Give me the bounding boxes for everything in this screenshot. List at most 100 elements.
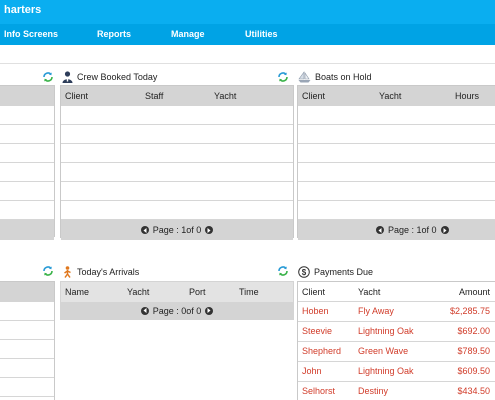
table-row (0, 378, 54, 397)
panel-title: Payments Due (314, 267, 374, 277)
grid-header: Client Yacht Hours (298, 86, 495, 106)
arrivals-header: Today's Arrivals (62, 264, 139, 280)
payment-yacht: Fly Away (358, 306, 394, 316)
payment-amount: $789.50 (457, 346, 490, 356)
next-page-icon[interactable] (205, 226, 214, 234)
table-row[interactable]: Shepherd Green Wave $789.50 (298, 342, 495, 362)
table-row (0, 144, 54, 163)
refresh-icon[interactable] (42, 265, 54, 277)
column-header[interactable]: Hours (455, 91, 479, 101)
payment-client: John (302, 366, 322, 376)
nav-info-screens[interactable]: Info Screens (4, 29, 58, 39)
payment-yacht: Lightning Oak (358, 366, 414, 376)
left-grid-footer (0, 220, 54, 240)
left-grid-top (0, 85, 55, 240)
table-row (61, 125, 293, 144)
table-row (0, 182, 54, 201)
payments-due-header: $ Payments Due (298, 264, 373, 280)
table-row (0, 201, 54, 220)
payment-client: Shepherd (302, 346, 342, 356)
table-row[interactable]: Hoben Fly Away $2,285.75 (298, 302, 495, 322)
left-grid-bottom (0, 281, 55, 400)
column-header[interactable]: Staff (145, 91, 163, 101)
crew-booked-grid: Client Staff Yacht Page : 1of 0 (60, 85, 294, 240)
table-row (298, 106, 495, 125)
payments-due-grid: Client Yacht Amount Hoben Fly Away $2,28… (297, 281, 495, 400)
left-grid-header (0, 282, 54, 302)
table-row[interactable]: Steevie Lightning Oak $692.00 (298, 322, 495, 342)
payment-amount: $434.50 (457, 386, 490, 396)
payment-amount: $692.00 (457, 326, 490, 336)
table-row[interactable]: Selhorst Destiny $434.50 (298, 382, 495, 400)
payment-client: Selhorst (302, 386, 336, 396)
panel-title: Today's Arrivals (77, 267, 140, 277)
table-row (0, 163, 54, 182)
panel-title: Boats on Hold (315, 72, 372, 82)
table-row (298, 125, 495, 144)
app-title: harters (4, 4, 42, 16)
app-header: harters (0, 0, 495, 24)
table-row (298, 163, 495, 182)
payment-icon: $ (298, 266, 310, 278)
table-row (0, 321, 54, 340)
payment-yacht: Green Wave (358, 346, 409, 356)
payment-yacht: Destiny (358, 386, 389, 396)
crew-booked-header: Crew Booked Today (62, 69, 157, 85)
column-header[interactable]: Client (65, 91, 88, 101)
payment-amount: $2,285.75 (449, 306, 490, 316)
boats-on-hold-header: Boats on Hold (298, 69, 372, 85)
nav-bar: Info Screens Reports Manage Utilities (0, 24, 495, 45)
nav-utilities[interactable]: Utilities (245, 29, 278, 39)
table-row (61, 106, 293, 125)
refresh-icon[interactable] (277, 265, 289, 277)
table-row (298, 201, 495, 220)
table-row (61, 144, 293, 163)
prev-page-icon[interactable] (140, 226, 149, 234)
arrivals-grid: Name Yacht Port Time Page : 0of 0 (60, 281, 294, 320)
grid-header: Name Yacht Port Time (61, 282, 293, 302)
column-header[interactable]: Yacht (379, 91, 401, 101)
table-row (0, 359, 54, 378)
column-header[interactable]: Name (65, 287, 89, 297)
table-row (0, 302, 54, 321)
next-page-icon[interactable] (205, 306, 214, 315)
panel-title: Crew Booked Today (77, 72, 158, 82)
column-header[interactable]: Client (302, 91, 325, 101)
table-row (0, 106, 54, 125)
pager: Page : 1of 0 (61, 220, 293, 240)
pager-text: Page : 1of 0 (388, 225, 437, 235)
next-page-icon[interactable] (440, 226, 449, 234)
column-header[interactable]: Client (302, 287, 325, 297)
table-row (61, 182, 293, 201)
arrival-icon (64, 266, 71, 278)
boats-on-hold-grid: Client Yacht Hours Page : 1of 0 (297, 85, 495, 240)
column-header[interactable]: Yacht (214, 91, 236, 101)
prev-page-icon[interactable] (376, 226, 384, 234)
table-row (0, 340, 54, 359)
prev-page-icon[interactable] (140, 306, 149, 315)
left-grid-header (0, 86, 54, 106)
table-row[interactable]: John Lightning Oak $609.50 (298, 362, 495, 382)
payment-client: Hoben (302, 306, 329, 316)
table-row (298, 182, 495, 201)
payment-amount: $609.50 (457, 366, 490, 376)
crew-icon (62, 71, 73, 83)
boat-icon (298, 71, 311, 83)
column-header[interactable]: Time (239, 287, 259, 297)
divider (0, 63, 495, 64)
column-header[interactable]: Yacht (358, 287, 380, 297)
refresh-icon[interactable] (42, 71, 54, 83)
grid-header: Client Yacht Amount (298, 282, 495, 302)
table-row (61, 163, 293, 182)
refresh-icon[interactable] (277, 71, 289, 83)
grid-header: Client Staff Yacht (61, 86, 293, 106)
table-row (298, 144, 495, 163)
column-header[interactable]: Port (189, 287, 206, 297)
nav-reports[interactable]: Reports (97, 29, 131, 39)
table-row (61, 201, 293, 220)
column-header[interactable]: Amount (459, 287, 490, 297)
pager-text: Page : 0of 0 (152, 305, 202, 316)
pager: Page : 0of 0 (61, 302, 293, 319)
column-header[interactable]: Yacht (127, 287, 149, 297)
nav-manage[interactable]: Manage (171, 29, 205, 39)
